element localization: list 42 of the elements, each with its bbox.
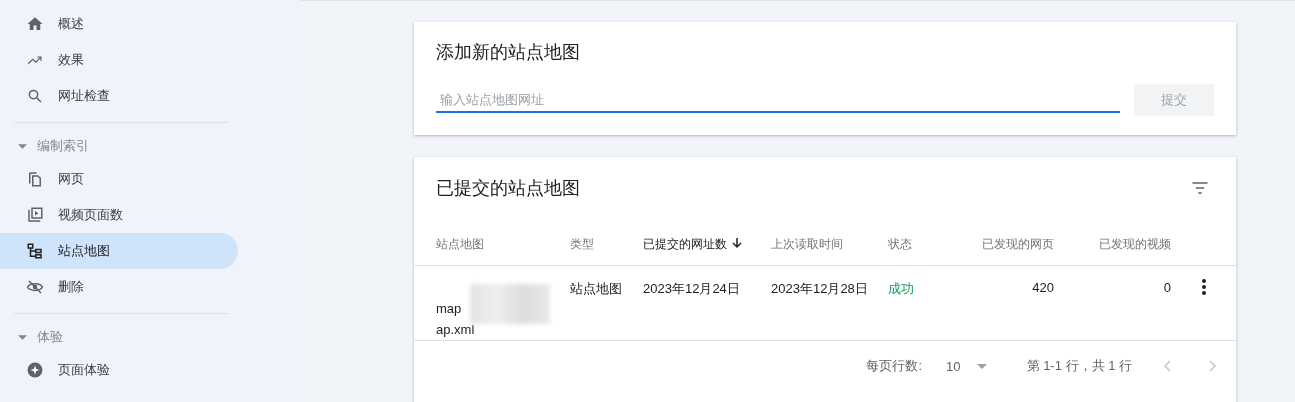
card-title: 已提交的站点地图 [436, 177, 580, 200]
dropdown-icon[interactable] [976, 363, 987, 369]
sidebar-item[interactable]: 概述 [0, 6, 238, 42]
sidebar-item[interactable]: 站点地图 [0, 233, 238, 269]
column-header[interactable]: 已提交的网址数 [643, 236, 727, 251]
video-icon [26, 206, 44, 224]
input-field[interactable]: 输入站点地图网址 [436, 87, 1120, 113]
table-cell: 站点地图 [570, 281, 622, 296]
sidebar-item[interactable]: 视频页面数 [0, 197, 238, 233]
column-header[interactable]: 上次读取时间 [771, 236, 843, 251]
caret-icon[interactable] [18, 334, 27, 340]
section-heading: 编制索引 [37, 137, 89, 155]
sitemap-icon [26, 242, 44, 260]
table-cell: map [436, 301, 462, 316]
table-cell: 2023年12月24日 [643, 281, 740, 296]
sidebar-item[interactable]: 网址检查 [0, 78, 238, 114]
column-header[interactable]: 已发现的网页 [982, 236, 1054, 251]
page-range: 第 1-1 行，共 1 行 [1026, 357, 1132, 375]
column-header[interactable]: 站点地图 [436, 236, 484, 251]
sidebar-item[interactable]: 页面体验 [0, 352, 238, 388]
column-header[interactable]: 类型 [570, 236, 594, 251]
search-icon [26, 87, 44, 105]
sort-arrow-icon[interactable] [731, 236, 743, 249]
rows-per-page-label: 每页行数: [866, 357, 923, 375]
section-heading: 体验 [37, 328, 63, 346]
column-header[interactable]: 已发现的视频 [1099, 236, 1171, 251]
pages-icon [26, 170, 44, 188]
table-cell: ap.xml [436, 322, 475, 337]
home-icon [26, 15, 44, 33]
table-cell: 0 [1163, 280, 1171, 295]
sidebar-item[interactable]: 删除 [0, 269, 238, 305]
caret-icon[interactable] [18, 143, 27, 149]
card-title: 添加新的站点地图 [436, 41, 581, 64]
sidebar-item[interactable]: 网页 [0, 161, 238, 197]
status-text: 成功 [888, 281, 914, 296]
column-header[interactable]: 状态 [888, 236, 912, 251]
table-cell: 420 [1032, 280, 1054, 295]
plus-icon [26, 361, 44, 379]
rows-per-page-value[interactable]: 10 [946, 358, 961, 374]
hide-icon [26, 278, 44, 296]
table-cell: 2023年12月28日 [771, 281, 868, 296]
sidebar-item[interactable]: 效果 [0, 42, 238, 78]
